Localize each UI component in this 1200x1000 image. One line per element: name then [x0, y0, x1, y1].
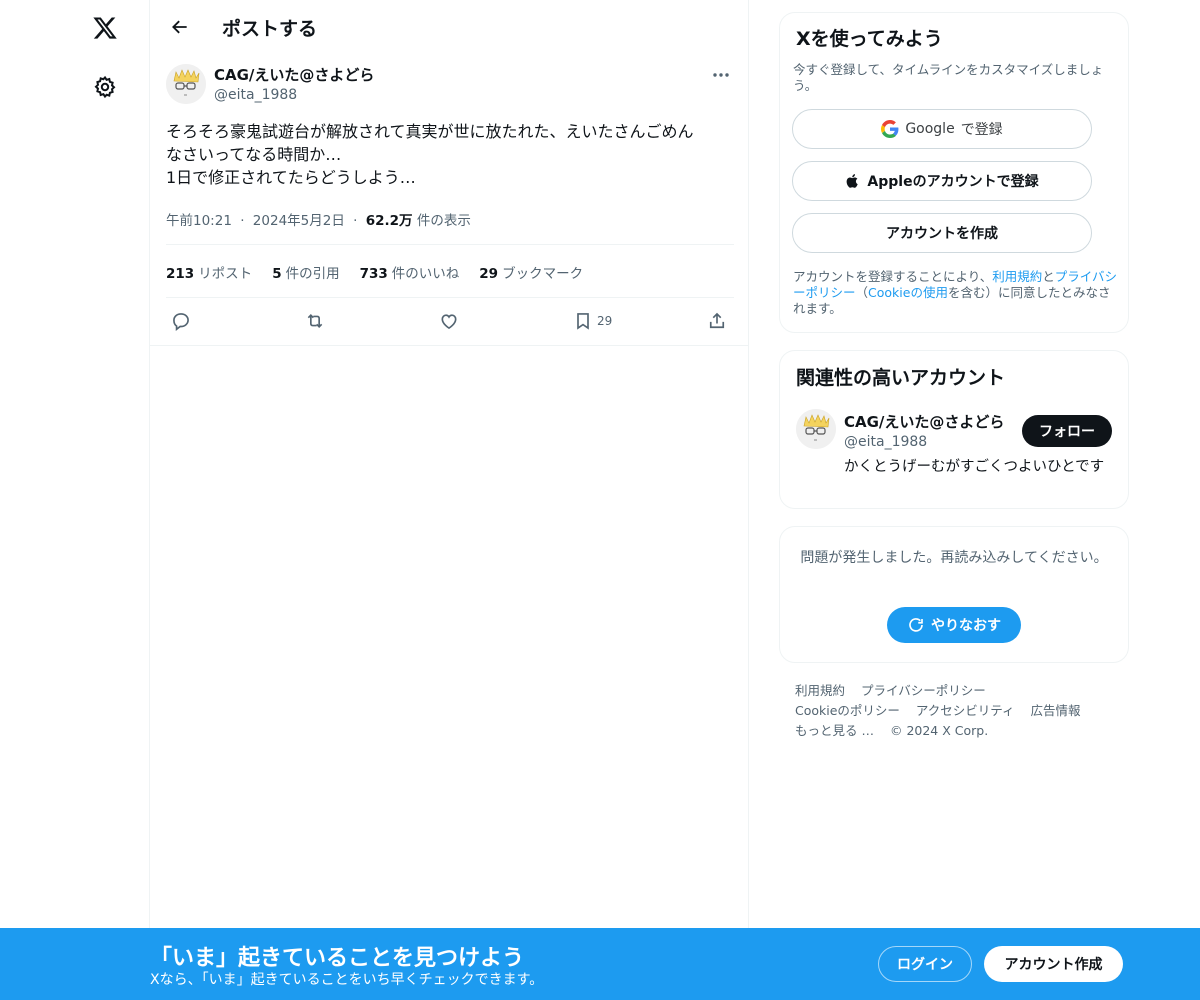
signup-subtitle: 今すぐ登録して、タイムラインをカスタマイズしましょう。: [793, 62, 1104, 93]
bookmark-label: ブックマーク: [502, 266, 584, 282]
signup-card: Xを使ってみよう 今すぐ登録して、タイムラインをカスタマイズしましょう。 Goo…: [779, 12, 1129, 333]
like-icon[interactable]: [439, 308, 459, 334]
related-name[interactable]: CAG/えいた@さよどら: [844, 411, 1004, 432]
post-meta: 午前10:21 · 2024年5月2日 · 62.2万 件の表示: [166, 209, 471, 229]
create-account-button[interactable]: アカウントを作成: [792, 213, 1092, 253]
cookie-link[interactable]: Cookieの使用: [868, 285, 948, 300]
repost-label: リポスト: [198, 266, 253, 282]
footer-ads-link[interactable]: 広告情報: [1031, 703, 1081, 718]
signup-title: Xを使ってみよう: [796, 28, 943, 50]
like-label: 件のいいね: [391, 266, 460, 282]
view-count-label: 件の表示: [416, 213, 471, 229]
post-date[interactable]: 2024年5月2日: [253, 213, 345, 229]
banner-subtitle: Xなら、「いま」起きていることをいち早くチェックできます。: [150, 972, 544, 988]
terms-and: と: [1042, 269, 1055, 284]
bookmark-count: 29: [479, 266, 499, 282]
login-banner: 「いま」起きていることを見つけよう Xなら、「いま」起きていることをいち早くチェ…: [0, 928, 1200, 1000]
author-handle[interactable]: @eita_1988: [214, 87, 297, 103]
post-text-line: 1日で修正されてたらどうしよう…: [166, 168, 416, 187]
page-title: ポストする: [222, 18, 318, 40]
post-text-line: なさいってなる時間か…: [166, 145, 342, 164]
author-name[interactable]: CAG/えいた@さよどら: [214, 64, 374, 85]
footer-cookie-link[interactable]: Cookieのポリシー: [795, 703, 900, 718]
retry-button[interactable]: やりなおす: [887, 607, 1021, 643]
related-accounts-card: 関連性の高いアカウント CAG/えいた@さよどら @eita_1988 かくとう…: [779, 350, 1129, 509]
reply-icon[interactable]: [171, 308, 191, 334]
footer-copyright: © 2024 X Corp.: [889, 723, 989, 738]
related-handle[interactable]: @eita_1988: [844, 434, 927, 450]
error-card: 問題が発生しました。再読み込みしてください。 やりなおす: [779, 526, 1129, 663]
footer-privacy-link[interactable]: プライバシーポリシー: [861, 683, 986, 698]
divider: [166, 297, 734, 298]
gear-icon[interactable]: [85, 67, 125, 107]
create-account-label: アカウントを作成: [886, 226, 998, 242]
quote-count: 5: [272, 266, 282, 282]
apple-signup-label: Appleのアカウントで登録: [867, 174, 1039, 190]
terms-link[interactable]: 利用規約: [992, 269, 1042, 284]
post-text: そろそろ豪鬼試遊台が解放されて真実が世に放たれた、えいたさんごめん なさいってな…: [166, 120, 734, 189]
like-count: 733: [359, 266, 388, 282]
error-message: 問題が発生しました。再読み込みしてください。: [800, 550, 1108, 566]
avatar[interactable]: [166, 64, 206, 104]
post-stats: 213 リポスト 5 件の引用 733 件のいいね 29 ブックマーク: [166, 262, 583, 282]
footer-terms-link[interactable]: 利用規約: [795, 683, 845, 698]
related-title: 関連性の高いアカウント: [796, 367, 1006, 389]
login-button[interactable]: ログイン: [878, 946, 972, 982]
refresh-icon: [909, 618, 923, 632]
footer-accessibility-link[interactable]: アクセシビリティ: [916, 703, 1015, 718]
back-arrow-icon[interactable]: [162, 9, 198, 45]
divider: [150, 345, 748, 346]
repost-icon[interactable]: [304, 308, 326, 334]
repost-count: 213: [166, 266, 195, 282]
post-actions: 29: [166, 308, 734, 334]
view-count: 62.2万: [365, 213, 413, 229]
retry-label: やりなおす: [931, 618, 1001, 634]
main-column: ポストする CAG/えいた@さよどら @eita_1988 そろそろ豪鬼試遊台が…: [150, 0, 749, 1000]
google-icon: [881, 120, 899, 138]
share-icon[interactable]: [707, 308, 727, 334]
apple-signup-button[interactable]: Appleのアカウントで登録: [792, 161, 1092, 201]
quote-stat[interactable]: 5 件の引用: [272, 262, 339, 282]
post-text-line: そろそろ豪鬼試遊台が解放されて真実が世に放たれた、えいたさんごめん: [166, 122, 694, 141]
apple-icon: [847, 174, 859, 188]
signup-button[interactable]: アカウント作成: [984, 946, 1123, 982]
banner-title: 「いま」起きていることを見つけよう: [150, 946, 525, 971]
post-time[interactable]: 午前10:21: [166, 213, 232, 229]
main-header: ポストする: [150, 0, 748, 54]
bookmark-stat[interactable]: 29 ブックマーク: [479, 262, 583, 282]
more-options-icon[interactable]: [708, 64, 734, 86]
terms-paren: （: [855, 285, 869, 300]
google-signup-label: で登録: [960, 122, 1003, 138]
footer-more-link[interactable]: もっと見る …: [795, 723, 874, 738]
quote-label: 件の引用: [285, 266, 340, 282]
bookmark-icon[interactable]: 29: [573, 308, 612, 334]
terms-prefix: アカウントを登録することにより、: [793, 269, 993, 284]
terms-notice: アカウントを登録することにより、利用規約とプライバシーポリシー（Cookieの使…: [793, 269, 1119, 317]
repost-stat[interactable]: 213 リポスト: [166, 262, 252, 282]
meta-separator: ·: [353, 213, 358, 229]
divider: [166, 244, 734, 245]
google-brand: Google: [905, 121, 955, 137]
x-logo-icon[interactable]: [85, 8, 125, 48]
footer-links: 利用規約 プライバシーポリシー Cookieのポリシー アクセシビリティ 広告情…: [795, 681, 1125, 741]
meta-separator: ·: [240, 213, 245, 229]
follow-button[interactable]: フォロー: [1022, 415, 1112, 447]
like-stat[interactable]: 733 件のいいね: [360, 262, 460, 282]
bookmark-action-count: 29: [597, 314, 613, 328]
left-nav: [0, 0, 150, 1000]
related-bio: かくとうげーむがすごくつよいひとです: [844, 459, 1105, 475]
google-signup-button[interactable]: Google で登録: [792, 109, 1092, 149]
avatar[interactable]: [796, 409, 836, 449]
